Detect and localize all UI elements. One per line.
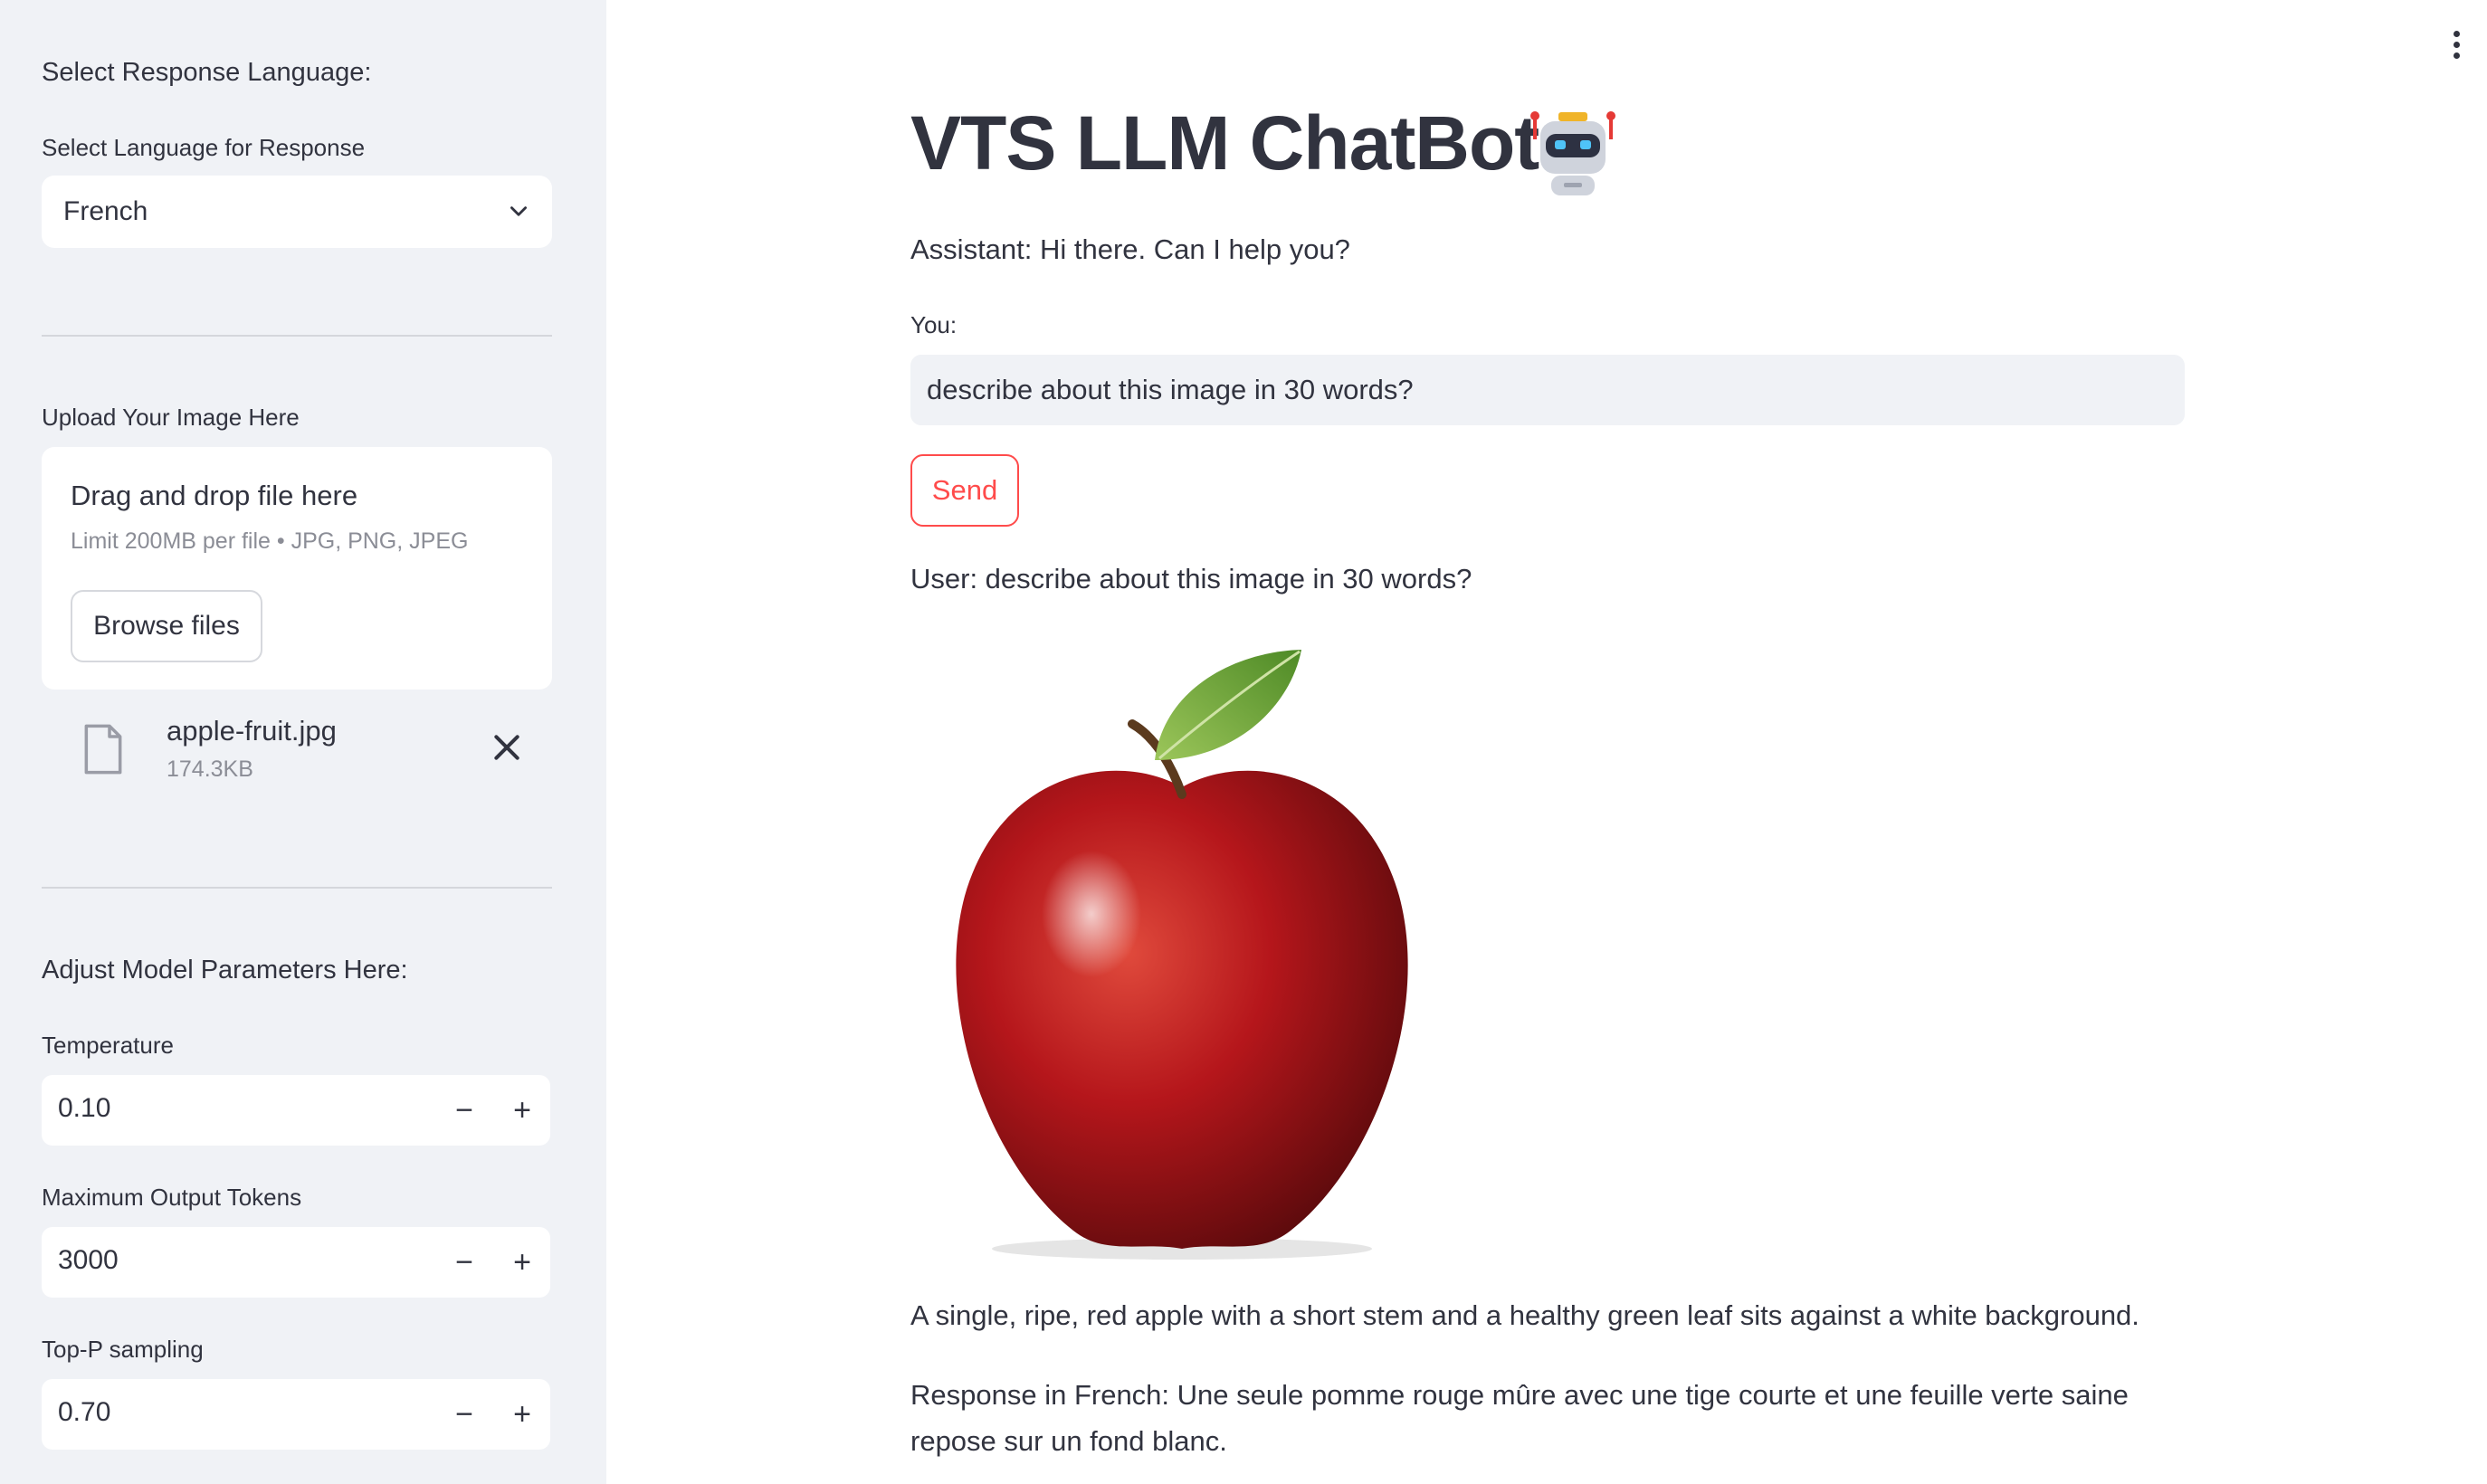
max-tokens-value[interactable]: 3000 (58, 1245, 119, 1276)
minus-icon[interactable]: − (442, 1392, 487, 1437)
dropzone-limit: Limit 200MB per file • JPG, PNG, JPEG (71, 528, 469, 554)
you-label: You: (910, 311, 958, 338)
dropzone-title: Drag and drop file here (71, 480, 358, 511)
kebab-menu-icon[interactable] (2447, 31, 2465, 62)
chevron-down-icon (510, 206, 527, 216)
params-heading: Adjust Model Parameters Here: (42, 956, 408, 985)
max-tokens-label: Maximum Output Tokens (42, 1184, 302, 1211)
page-title: VTS LLM ChatBot (910, 100, 1539, 186)
file-size: 174.3KB (167, 756, 253, 782)
browse-files-button[interactable]: Browse files (71, 590, 262, 662)
minus-icon[interactable]: − (442, 1088, 487, 1133)
response-french: Response in French: Une seule pomme roug… (910, 1379, 2129, 1457)
apple-image (956, 650, 1408, 1260)
main-content: VTS LLM ChatBot Assistant: Hi there. Can… (606, 0, 2487, 1484)
divider (42, 887, 552, 889)
uploaded-file: apple-fruit.jpg 174.3KB (42, 706, 552, 793)
top-p-value[interactable]: 0.70 (58, 1397, 110, 1428)
minus-icon[interactable]: − (442, 1240, 487, 1285)
divider (42, 335, 552, 337)
top-p-label: Top-P sampling (42, 1336, 204, 1363)
language-select-value: French (63, 196, 148, 226)
top-p-input[interactable]: 0.70 − + (42, 1379, 550, 1450)
file-name: apple-fruit.jpg (167, 715, 337, 747)
temperature-label: Temperature (42, 1032, 174, 1059)
plus-icon[interactable]: + (500, 1240, 545, 1285)
language-select[interactable]: French (42, 176, 552, 248)
assistant-message: Assistant: Hi there. Can I help you? (910, 233, 1350, 265)
file-icon (84, 724, 122, 775)
chat-input[interactable]: describe about this image in 30 words? (910, 355, 2185, 425)
user-message: User: describe about this image in 30 wo… (910, 563, 1472, 595)
plus-icon[interactable]: + (500, 1392, 545, 1437)
temperature-value[interactable]: 0.10 (58, 1093, 110, 1124)
sidebar: Select Response Language: Select Languag… (0, 0, 606, 1484)
max-tokens-input[interactable]: 3000 − + (42, 1227, 550, 1298)
robot-icon (1530, 111, 1615, 195)
upload-label: Upload Your Image Here (42, 404, 300, 431)
language-heading: Select Response Language: (42, 58, 372, 87)
temperature-input[interactable]: 0.10 − + (42, 1075, 550, 1146)
response-english: A single, ripe, red apple with a short s… (910, 1299, 2139, 1331)
file-dropzone[interactable]: Drag and drop file here Limit 200MB per … (42, 447, 552, 690)
send-button[interactable]: Send (910, 454, 1019, 527)
language-label: Select Language for Response (42, 134, 366, 161)
close-icon[interactable] (489, 729, 525, 766)
plus-icon[interactable]: + (500, 1088, 545, 1133)
